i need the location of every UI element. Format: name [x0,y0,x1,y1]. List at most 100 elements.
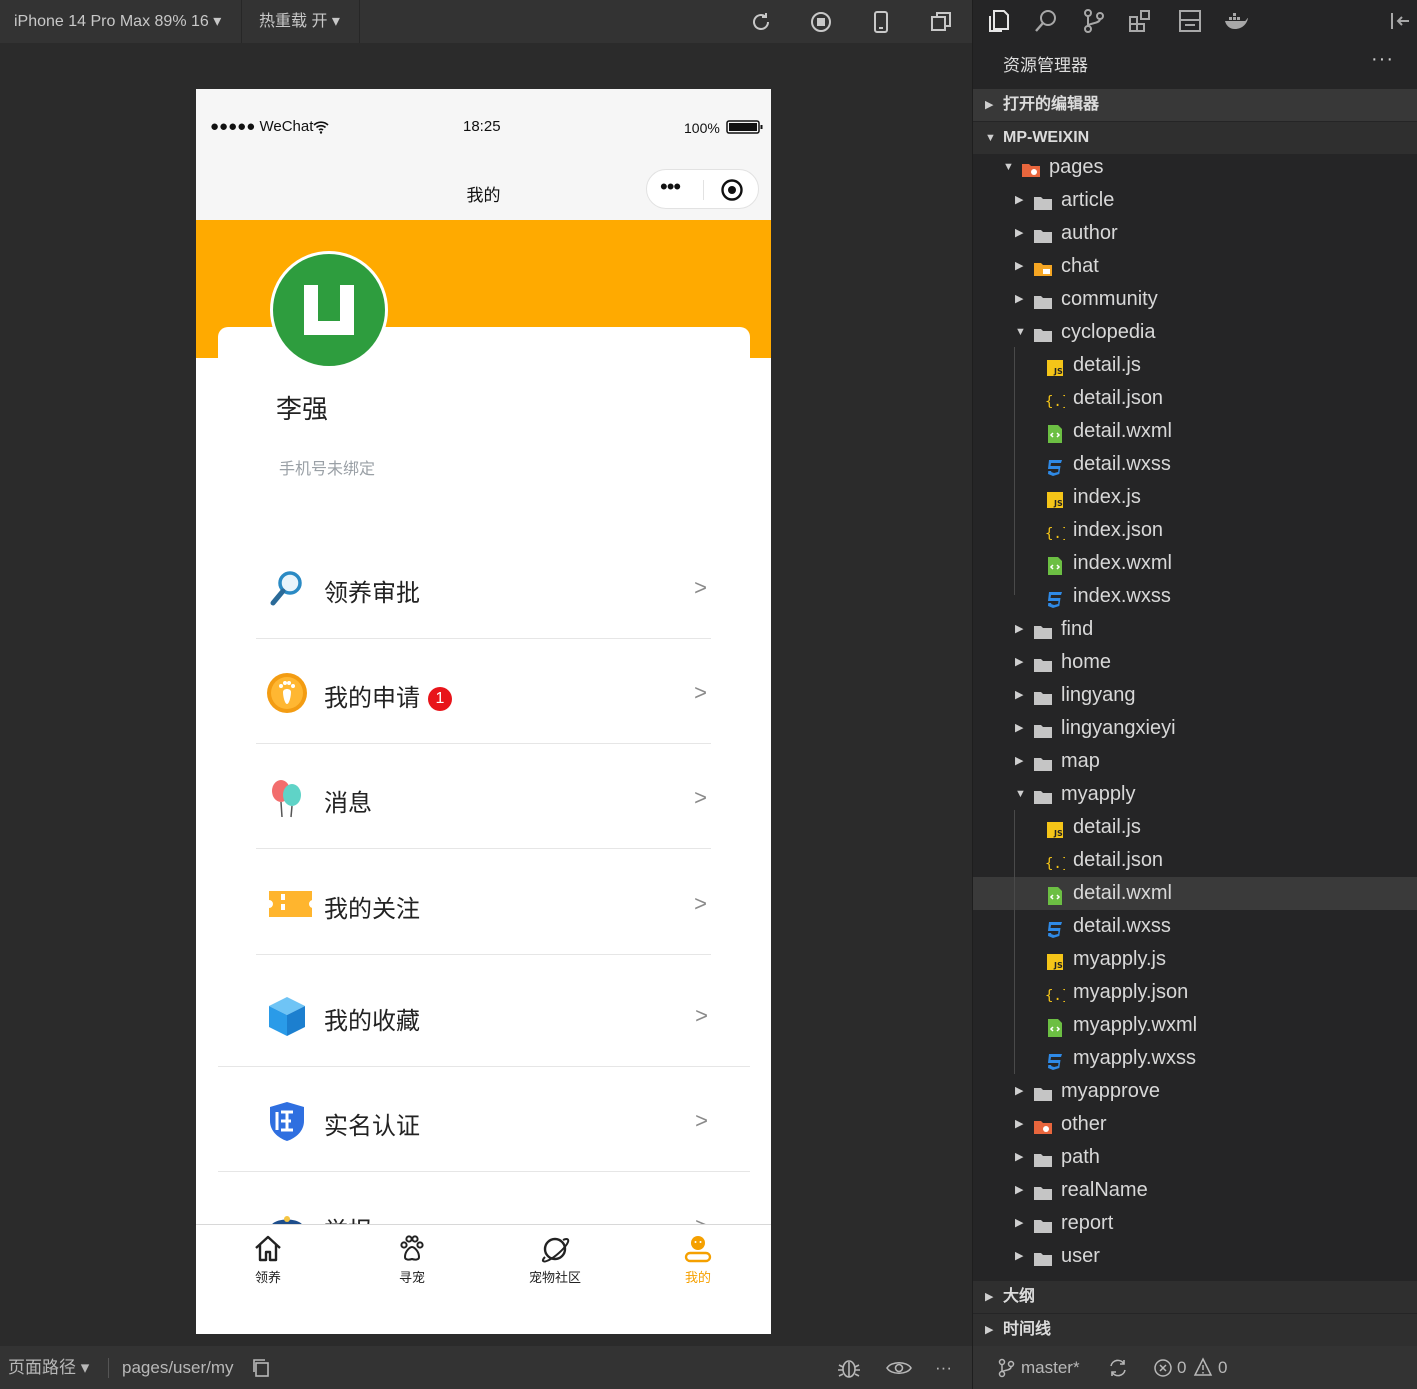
eye-icon[interactable] [886,1358,912,1378]
tree-folder[interactable]: ▶ lingyang [973,679,1417,712]
chevron-right-icon[interactable]: ▶ [1015,1174,1023,1207]
files-icon[interactable] [985,8,1011,34]
explorer-more-button[interactable]: ··· [1371,48,1394,71]
tree-folder[interactable]: ▼ myapply [973,778,1417,811]
menu-item-favorites[interactable]: 我的收藏 > [218,963,750,1067]
search-icon[interactable] [1033,8,1059,34]
git-branch[interactable]: master* [1021,1346,1080,1389]
tree-file[interactable]: JS myapply.js [973,943,1417,976]
tree-file[interactable]: index.wxss [973,580,1417,613]
tree-folder[interactable]: ▶ realName [973,1174,1417,1207]
tree-folder[interactable]: ▶ myapprove [973,1075,1417,1108]
bug-icon[interactable] [836,1356,862,1380]
tree-folder[interactable]: ▶ path [973,1141,1417,1174]
collapse-panel-icon[interactable] [1387,8,1413,34]
tree-folder[interactable]: ▼ pages [973,151,1417,184]
copy-icon[interactable] [251,1358,271,1378]
stop-icon[interactable] [809,10,833,34]
section-timeline[interactable]: ▶ 时间线 [973,1314,1417,1346]
close-miniprogram-icon[interactable] [720,178,744,202]
tab-mine[interactable]: 我的 [638,1233,758,1286]
tree-folder[interactable]: ▶ other [973,1108,1417,1141]
source-control-icon[interactable] [1081,8,1107,34]
chevron-right-icon[interactable]: ▶ [1015,1075,1023,1108]
tab-adopt[interactable]: 领养 [208,1233,328,1286]
tree-file[interactable]: myapply.wxss [973,1042,1417,1075]
detach-window-icon[interactable] [929,10,953,34]
menu-item-my-applications[interactable]: 我的申请 1 > [256,640,711,744]
indent-guide [1014,810,1015,1074]
tree-folder[interactable]: ▼ cyclopedia [973,316,1417,349]
more-button[interactable]: ••• [660,174,681,200]
chevron-right-icon[interactable]: ▶ [1015,1240,1023,1273]
chevron-right-icon[interactable]: ▶ [1015,1141,1023,1174]
section-open-editors[interactable]: ▶ 打开的编辑器 [973,89,1417,121]
tree-file[interactable]: detail.wxml [973,877,1417,910]
tree-folder[interactable]: ▶ find [973,613,1417,646]
tree-folder[interactable]: ▶ article [973,184,1417,217]
chevron-right-icon[interactable]: ▶ [1015,1108,1023,1141]
chevron-down-icon[interactable]: ▼ [1015,316,1026,349]
more-options-button[interactable]: ··· [935,1346,952,1389]
tree-folder[interactable]: ▶ map [973,745,1417,778]
chevron-right-icon[interactable]: ▶ [1015,679,1023,712]
tree-file[interactable]: JS detail.js [973,349,1417,382]
extensions-icon[interactable] [1127,8,1153,34]
tree-folder[interactable]: ▶ user [973,1240,1417,1273]
tree-folder[interactable]: ▶ author [973,217,1417,250]
tree-file[interactable]: detail.wxss [973,448,1417,481]
phone-binding-status[interactable]: 手机号未绑定 [279,455,375,479]
refresh-icon[interactable] [749,10,773,34]
json-file-icon: {.} [1045,851,1070,872]
chevron-right-icon[interactable]: ▶ [1015,283,1023,316]
warning-count[interactable]: 0 [1218,1346,1227,1389]
chevron-right-icon[interactable]: ▶ [1015,250,1023,283]
chevron-right-icon[interactable]: ▶ [1015,184,1023,217]
menu-item-messages[interactable]: 消息 > [256,745,711,849]
menu-label: 实名认证 [324,1113,420,1140]
tree-file[interactable]: detail.wxml [973,415,1417,448]
tab-find-pet[interactable]: 寻宠 [352,1233,472,1286]
error-count[interactable]: 0 [1177,1346,1186,1389]
chevron-right-icon[interactable]: ▶ [1015,646,1023,679]
tree-item-label: detail.json [1073,387,1164,409]
device-select[interactable]: iPhone 14 Pro Max 89% 16 ▾ [14,0,221,43]
section-project[interactable]: ▼ MP-WEIXIN [973,122,1417,154]
menu-item-real-name-auth[interactable]: 实名认证 > [218,1068,750,1172]
chevron-down-icon[interactable]: ▼ [1015,778,1026,811]
tree-file[interactable]: index.wxml [973,547,1417,580]
docker-icon[interactable] [1223,8,1249,34]
tree-file[interactable]: JS detail.js [973,811,1417,844]
tree-folder[interactable]: ▶ chat [973,250,1417,283]
avatar[interactable] [270,251,388,369]
phone-icon[interactable] [869,10,893,34]
sync-icon[interactable] [1107,1357,1129,1379]
menu-item-adoption-approval[interactable]: 领养审批 > [256,535,711,639]
section-outline[interactable]: ▶ 大纲 [973,1281,1417,1313]
tree-file[interactable]: detail.wxss [973,910,1417,943]
tree-file[interactable]: {.} detail.json [973,382,1417,415]
tree-file[interactable]: myapply.wxml [973,1009,1417,1042]
layout-icon[interactable] [1177,8,1203,34]
chevron-right-icon[interactable]: ▶ [1015,745,1023,778]
tree-item-label: chat [1061,255,1099,277]
tree-folder[interactable]: ▶ report [973,1207,1417,1240]
tree-item-label: lingyang [1061,684,1136,706]
chevron-right-icon[interactable]: ▶ [1015,712,1023,745]
tree-file[interactable]: {.} myapply.json [973,976,1417,1009]
hot-reload-toggle[interactable]: 热重载 开 ▾ [259,0,340,43]
chevron-right-icon[interactable]: ▶ [1015,613,1023,646]
chevron-right-icon[interactable]: ▶ [1015,217,1023,250]
tree-file[interactable]: {.} index.json [973,514,1417,547]
tree-item-label: path [1061,1146,1100,1168]
tree-folder[interactable]: ▶ lingyangxieyi [973,712,1417,745]
chevron-down-icon[interactable]: ▼ [1003,151,1014,184]
tree-folder[interactable]: ▶ home [973,646,1417,679]
tab-pet-community[interactable]: 宠物社区 [495,1233,615,1286]
page-path-select[interactable]: 页面路径 ▾ [8,1346,89,1389]
chevron-right-icon[interactable]: ▶ [1015,1207,1023,1240]
tree-file[interactable]: JS index.js [973,481,1417,514]
tree-folder[interactable]: ▶ community [973,283,1417,316]
menu-item-following[interactable]: 我的关注 > [256,851,711,955]
tree-file[interactable]: {.} detail.json [973,844,1417,877]
